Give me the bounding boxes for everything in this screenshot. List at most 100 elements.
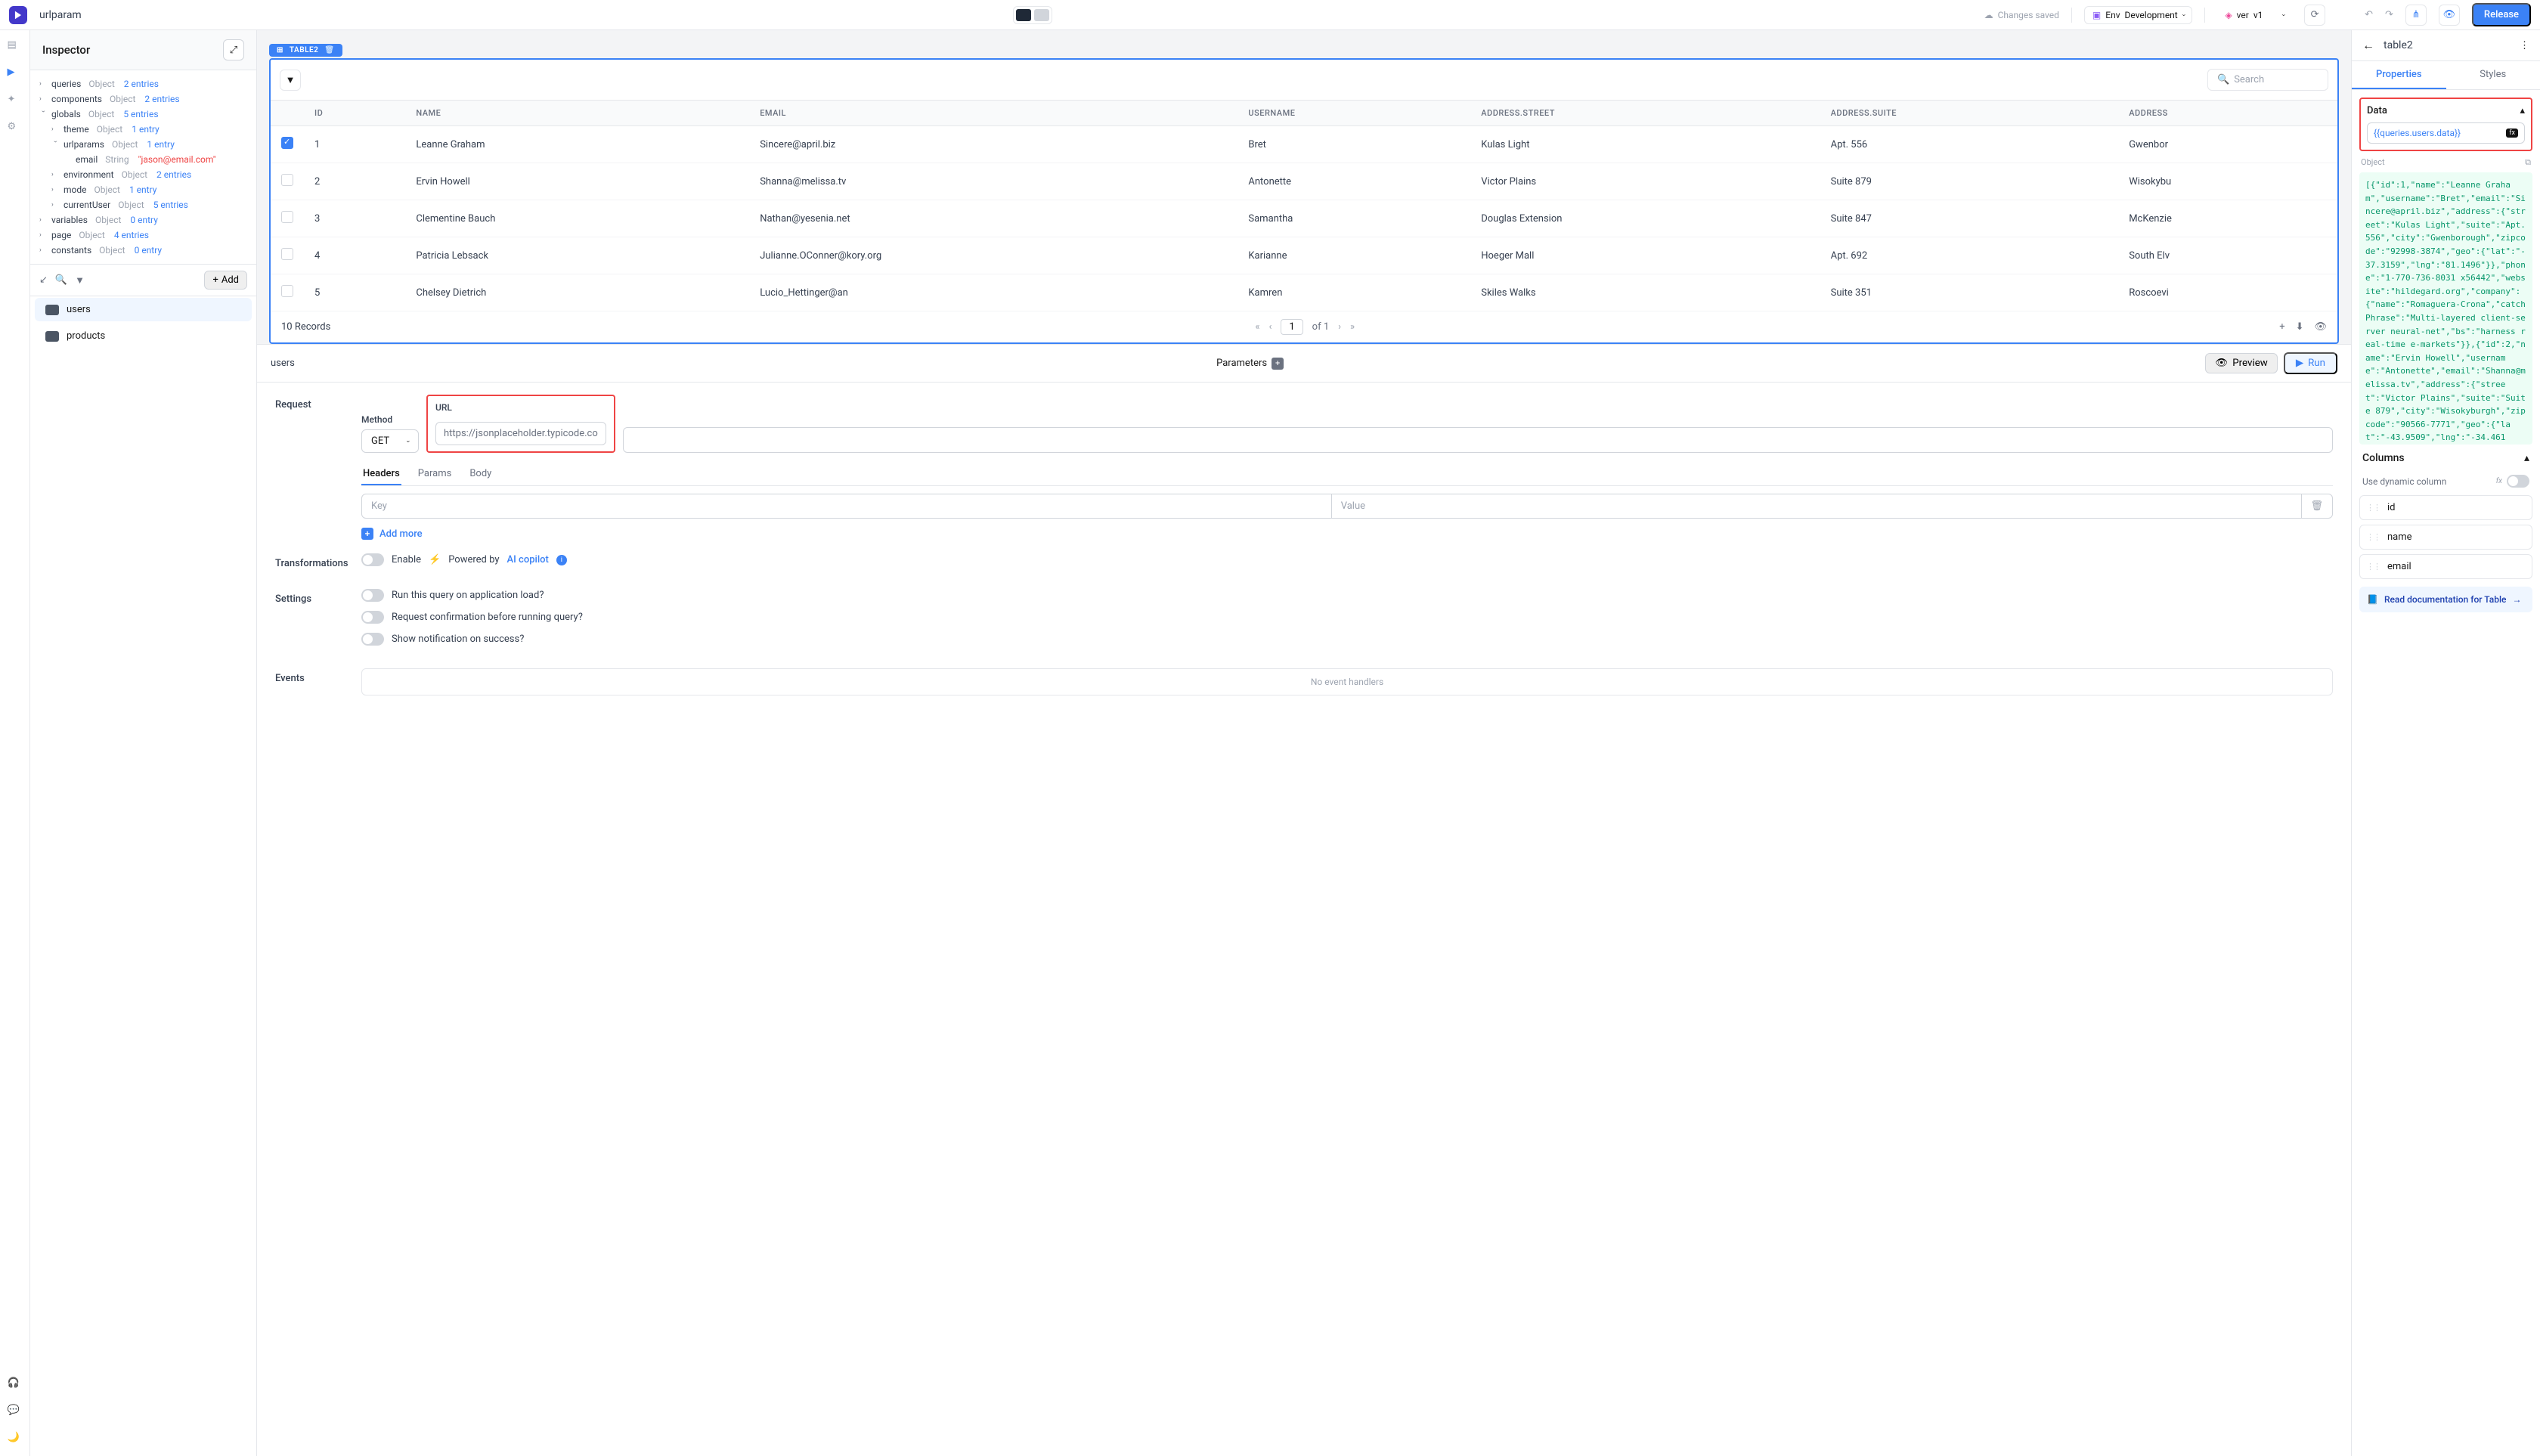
tree-row-queries[interactable]: ›queriesObject2 entries: [30, 76, 256, 91]
theme-icon[interactable]: 🌙: [8, 1432, 23, 1447]
tab-body[interactable]: Body: [468, 463, 493, 485]
support-icon[interactable]: 🎧: [8, 1377, 23, 1392]
add-param-button[interactable]: +: [1272, 358, 1284, 370]
chat-icon[interactable]: 💬: [8, 1405, 23, 1420]
header-key-input[interactable]: Key: [361, 494, 1332, 519]
tab-params[interactable]: Params: [417, 463, 454, 485]
row-checkbox[interactable]: [281, 248, 293, 260]
pages-icon[interactable]: ▤: [8, 39, 23, 54]
tree-row-components[interactable]: ›componentsObject2 entries: [30, 91, 256, 107]
add-row-icon[interactable]: +: [2279, 321, 2284, 333]
visibility-icon[interactable]: 👁: [2314, 321, 2327, 333]
env-selector[interactable]: ▣ Env Development ›: [2084, 6, 2193, 24]
tree-row-environment[interactable]: ›environmentObject2 entries: [30, 167, 256, 182]
collapse-icon[interactable]: ↙: [39, 274, 48, 286]
tree-row-globals[interactable]: ›globalsObject5 entries: [30, 107, 256, 122]
preview-button[interactable]: 👁: [2439, 5, 2460, 26]
page-input[interactable]: 1: [1281, 319, 1303, 335]
filter-icon[interactable]: ▼: [75, 274, 85, 287]
mobile-icon[interactable]: [1034, 9, 1049, 21]
preview-button[interactable]: 👁Preview: [2205, 353, 2278, 373]
documentation-link[interactable]: 📘 Read documentation for Table →: [2359, 587, 2532, 612]
tree-row-page[interactable]: ›pageObject4 entries: [30, 228, 256, 243]
url-input[interactable]: [435, 422, 606, 445]
version-selector[interactable]: ◈ ver v1 ›: [2217, 7, 2292, 23]
table-row[interactable]: 4Patricia LebsackJulianne.OConner@kory.o…: [271, 237, 2337, 274]
debug-icon[interactable]: ✦: [8, 94, 23, 109]
table-search[interactable]: 🔍Search: [2207, 69, 2328, 91]
play-icon: ▶: [2296, 358, 2303, 369]
undo-button[interactable]: ↶: [2365, 9, 2373, 20]
copy-icon[interactable]: ⧉: [2525, 157, 2531, 168]
datasource-icon: [45, 305, 59, 315]
fx-badge: fx: [2506, 129, 2518, 138]
query-item-users[interactable]: users: [35, 298, 252, 321]
tab-properties[interactable]: Properties: [2352, 61, 2446, 89]
tree-row-email[interactable]: emailString"jason@email.com": [30, 152, 256, 167]
add-header-button[interactable]: + Add more: [361, 528, 2333, 540]
dynamic-column-toggle[interactable]: [2507, 475, 2529, 488]
column-item-email[interactable]: ⋮⋮email: [2359, 554, 2532, 579]
back-button[interactable]: ←: [2362, 38, 2374, 53]
request-label: Request: [275, 395, 343, 410]
share-icon: ⋔: [2411, 9, 2420, 20]
delete-icon[interactable]: 🗑: [324, 46, 334, 54]
tree-row-variables[interactable]: ›variablesObject0 entry: [30, 212, 256, 228]
first-page-button[interactable]: «: [1255, 321, 1259, 333]
column-item-name[interactable]: ⋮⋮name: [2359, 525, 2532, 550]
queries-panel: ↙ 🔍 ▼ +Add users products: [30, 264, 256, 1456]
url-extension[interactable]: [623, 427, 2333, 453]
header-value-input[interactable]: Value: [1332, 494, 2302, 519]
share-button[interactable]: ⋔: [2405, 5, 2427, 26]
query-item-products[interactable]: products: [35, 324, 252, 348]
column-item-id[interactable]: ⋮⋮id: [2359, 495, 2532, 520]
row-checkbox[interactable]: [281, 174, 293, 186]
delete-header-button[interactable]: 🗑: [2302, 494, 2334, 519]
tree-row-theme[interactable]: ›themeObject1 entry: [30, 122, 256, 137]
table-row[interactable]: 5Chelsey DietrichLucio_Hettinger@anKamre…: [271, 274, 2337, 311]
next-page-button[interactable]: ›: [1338, 321, 1341, 333]
collapse-icon[interactable]: ▴: [2520, 105, 2525, 116]
refresh-button[interactable]: ⟳: [2304, 5, 2325, 26]
inspector-icon[interactable]: ▶: [8, 67, 23, 82]
tree-row-currentuser[interactable]: ›currentUserObject5 entries: [30, 197, 256, 212]
table-row[interactable]: 2Ervin HowellShanna@melissa.tvAntonetteV…: [271, 163, 2337, 200]
row-checkbox[interactable]: [281, 285, 293, 297]
bolt-icon: ⚡: [429, 554, 441, 565]
settings-icon[interactable]: ⚙: [8, 121, 23, 136]
component-chip[interactable]: ⊞ TABLE2 🗑: [269, 44, 342, 57]
device-toggle[interactable]: [1013, 6, 1052, 24]
search-icon[interactable]: 🔍: [55, 274, 67, 286]
pin-button[interactable]: ⤢: [223, 39, 244, 60]
tree-row-urlparams[interactable]: ›urlparamsObject1 entry: [30, 137, 256, 152]
download-icon[interactable]: ⬇: [2296, 321, 2304, 333]
release-button[interactable]: Release: [2472, 3, 2531, 26]
tree-row-constants[interactable]: ›constantsObject0 entry: [30, 243, 256, 258]
add-query-button[interactable]: +Add: [204, 271, 247, 290]
table-row[interactable]: 1Leanne GrahamSincere@april.bizBretKulas…: [271, 126, 2337, 163]
confirm-toggle[interactable]: [361, 611, 384, 624]
tab-styles[interactable]: Styles: [2446, 61, 2540, 89]
more-icon[interactable]: ⋮: [2520, 40, 2529, 51]
filter-button[interactable]: ▼: [280, 70, 301, 91]
last-page-button[interactable]: »: [1350, 321, 1355, 333]
tab-headers[interactable]: Headers: [361, 463, 401, 485]
table-row[interactable]: 3Clementine BauchNathan@yesenia.netSaman…: [271, 200, 2337, 237]
data-fx-input[interactable]: {{queries.users.data}} fx: [2367, 122, 2525, 144]
info-icon[interactable]: i: [556, 555, 567, 565]
query-name[interactable]: users: [271, 358, 295, 369]
app-logo[interactable]: [9, 6, 27, 24]
method-select[interactable]: GET›: [361, 429, 419, 453]
prev-page-button[interactable]: ‹: [1268, 321, 1272, 333]
tree-row-mode[interactable]: ›modeObject1 entry: [30, 182, 256, 197]
table-component[interactable]: ▼ 🔍Search ID NAME EMAIL USERNAME ADDRESS…: [269, 58, 2339, 344]
notify-toggle[interactable]: [361, 633, 384, 646]
run-on-load-toggle[interactable]: [361, 589, 384, 602]
redo-button[interactable]: ↷: [2385, 9, 2393, 20]
desktop-icon[interactable]: [1016, 9, 1031, 21]
row-checkbox[interactable]: [281, 211, 293, 223]
row-checkbox[interactable]: [281, 137, 293, 149]
run-button[interactable]: ▶Run: [2284, 352, 2337, 374]
collapse-icon[interactable]: ▴: [2524, 452, 2529, 464]
transformations-toggle[interactable]: [361, 553, 384, 566]
